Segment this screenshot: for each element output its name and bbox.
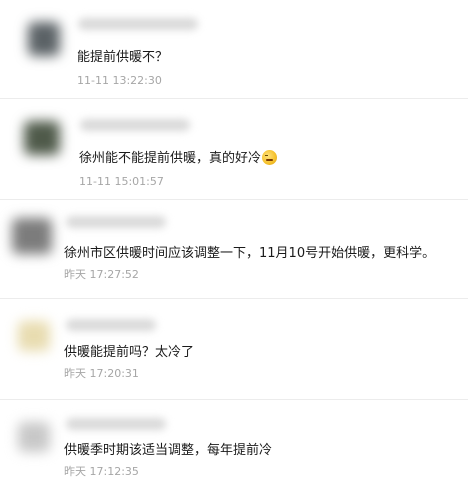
comment-timestamp: 昨天 17:20:31 (64, 367, 139, 380)
username-blurred (66, 216, 166, 228)
comment-item: 徐州市区供暖时间应该调整一下，11月10号开始供暖，更科学。 昨天 17:27:… (0, 200, 468, 298)
username-blurred (80, 119, 190, 131)
comment-text: 供暖季时期该适当调整，每年提前冷 (64, 443, 273, 458)
comment-text: 徐州能不能提前供暖，真的好冷 (79, 150, 278, 167)
avatar[interactable] (24, 121, 60, 155)
avatar[interactable] (18, 321, 50, 351)
username-blurred (78, 18, 198, 30)
comment-timestamp: 昨天 17:12:35 (64, 465, 139, 478)
avatar[interactable] (18, 422, 50, 452)
comment-text: 能提前供暖不？ (77, 50, 169, 65)
comment-item: 徐州能不能提前供暖，真的好冷 11-11 15:01:57 (0, 99, 468, 199)
username-blurred (66, 418, 166, 430)
comment-timestamp: 昨天 17:27:52 (64, 268, 139, 281)
username-blurred (66, 319, 156, 331)
comment-text-content: 徐州能不能提前供暖，真的好冷 (79, 151, 262, 166)
comment-item: 能提前供暖不？ 11-11 13:22:30 (0, 0, 468, 98)
comment-timestamp: 11-11 15:01:57 (79, 175, 164, 188)
comment-item: 供暖季时期该适当调整，每年提前冷 昨天 17:12:35 (0, 400, 468, 494)
comment-item: 供暖能提前吗？太冷了 昨天 17:20:31 (0, 299, 468, 399)
comment-text: 徐州市区供暖时间应该调整一下，11月10号开始供暖，更科学。 (64, 246, 436, 261)
cold-face-emoji-icon (262, 150, 278, 165)
comment-text: 供暖能提前吗？太冷了 (64, 345, 195, 360)
avatar[interactable] (28, 22, 60, 56)
comment-timestamp: 11-11 13:22:30 (77, 74, 162, 87)
avatar[interactable] (12, 218, 52, 254)
